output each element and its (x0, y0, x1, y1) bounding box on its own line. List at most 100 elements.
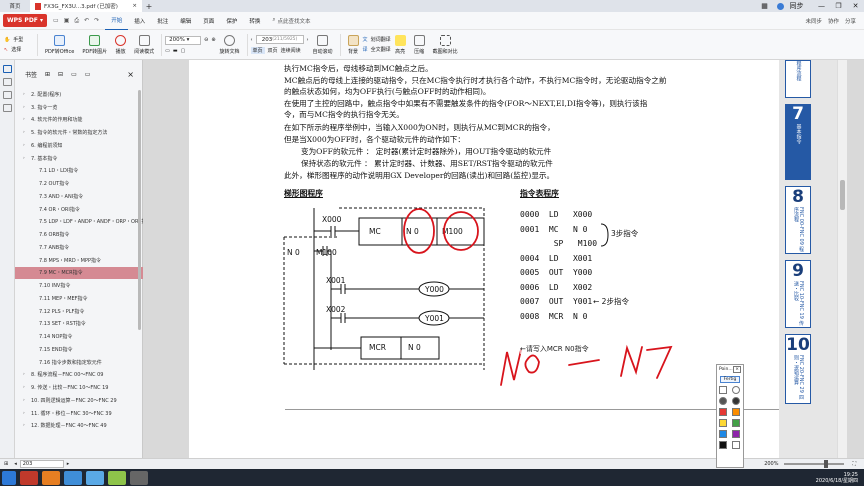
bookmark-item[interactable]: › 3. 指令一览 (15, 101, 143, 114)
color-green[interactable] (731, 419, 740, 427)
save-icon[interactable]: ▣ (64, 17, 70, 25)
menu-item-0[interactable]: 开始 (105, 12, 129, 30)
single-page-button[interactable]: 单页 (250, 47, 265, 54)
start-button[interactable] (2, 470, 16, 485)
search-box[interactable]: ⌕ 点此查找文本 (272, 17, 310, 25)
bookmark-item[interactable]: › 9. 传送・比较－FNC 10～FNC 19 (15, 381, 143, 394)
menu-right-item-1[interactable]: 协作 (828, 17, 839, 25)
select-tool[interactable]: ↖ 选择 (4, 46, 34, 54)
color-black[interactable] (718, 441, 727, 449)
bookmark-item[interactable]: › 8. 程序流程－FNC 00～FNC 09 (15, 369, 143, 382)
bookmark-item[interactable]: 7.6 ORB指令 (15, 228, 143, 241)
search-panel-icon[interactable] (2, 104, 12, 112)
expand-caret-icon[interactable]: › (23, 372, 31, 377)
next-page-status-icon[interactable]: ▸ (67, 461, 70, 467)
play-button[interactable]: 播放 (111, 31, 130, 59)
taskbar-app-6[interactable] (130, 470, 148, 485)
user-avatar[interactable] (777, 2, 784, 10)
bookmark-item[interactable]: 7.2 OUT指令 (15, 177, 143, 190)
collapse-all-icon[interactable]: ⊟ (58, 71, 63, 78)
color-red[interactable] (718, 408, 727, 416)
expand-caret-icon[interactable]: › (23, 92, 31, 97)
minimize-button[interactable]: — (813, 0, 830, 12)
print-icon[interactable]: ⎙ (74, 17, 79, 25)
pen-size-dot[interactable] (731, 386, 740, 394)
pdf-to-image-button[interactable]: PDF转图片 (78, 31, 111, 59)
expand-caret-icon[interactable]: › (23, 385, 31, 390)
screenshot-compare-button[interactable]: 截图和对比 (429, 31, 462, 59)
page-number-input[interactable]: 203 (211/5925) (255, 35, 304, 44)
bookmark-item[interactable]: › 2. 配置(程序) (15, 88, 143, 101)
chapter-tab[interactable]: 10 FNC 20-FNC 29 四则・逻辑运算 (785, 334, 811, 404)
background-button[interactable]: 背景 (344, 31, 363, 59)
bookmark-item[interactable]: 7.7 ANB指令 (15, 241, 143, 254)
color-white[interactable] (731, 441, 740, 449)
expand-caret-icon[interactable]: › (23, 156, 31, 161)
menu-item-3[interactable]: 编辑 (174, 17, 197, 25)
zoom-out-icon[interactable]: ⊖ (204, 37, 208, 43)
bookmark-panel-icon[interactable] (2, 65, 12, 73)
menu-item-1[interactable]: 插入 (128, 17, 151, 25)
grid-icon[interactable]: ▦ (756, 2, 773, 10)
annotation-panel-icon[interactable] (2, 91, 12, 99)
bookmark-item[interactable]: › 10. 四则逻辑运算－FNC 20～FNC 29 (15, 394, 143, 407)
bookmark-item[interactable]: › 6. 编程前须知 (15, 139, 143, 152)
bookmark-item[interactable]: 7.13 SET・RST指令 (15, 318, 143, 331)
fit-width-icon[interactable]: ▬ (173, 48, 178, 54)
zoom-slider[interactable] (784, 460, 845, 468)
taskbar-app-1[interactable] (20, 470, 38, 485)
menu-item-6[interactable]: 转换 (243, 17, 266, 25)
fertig-button[interactable]: Fertig (720, 376, 740, 383)
expand-caret-icon[interactable]: › (23, 143, 31, 148)
color-orange[interactable] (731, 408, 740, 416)
expand-caret-icon[interactable]: › (23, 117, 31, 122)
wps-menu-button[interactable]: WPS PDF ▾ (3, 14, 48, 27)
bookmark-item[interactable]: 7.16 指令步数和指定软元件 (15, 356, 143, 369)
menu-item-4[interactable]: 页面 (197, 17, 220, 25)
full-translate-button[interactable]: 译全文翻译 (363, 46, 391, 53)
color-blue[interactable] (718, 430, 727, 438)
open-icon[interactable]: ▭ (53, 17, 59, 25)
highlight-button[interactable]: 高亮 (391, 31, 410, 59)
rotate-button[interactable]: 旋转文档 (216, 31, 244, 59)
tab-document[interactable]: FX3G_FX3U...3.pdf (已加密) × (30, 0, 142, 12)
bookmark-item[interactable]: › 12. 数据处理－FNC 40～FNC 49 (15, 420, 143, 433)
first-page-icon[interactable]: ‹ (251, 37, 253, 43)
taskbar-app-5[interactable] (108, 470, 126, 485)
panel-scrollbar[interactable] (138, 90, 141, 330)
read-mode-button[interactable]: 阅读模式 (130, 31, 158, 59)
chapter-tab[interactable]: 7 基本指令 (785, 104, 811, 180)
sync-label[interactable]: 同步 (788, 1, 805, 11)
bookmark-item[interactable]: 7.1 LD・LDI指令 (15, 165, 143, 178)
chapter-tab[interactable]: 8 FNC 00-FNC 09 程序流程 (785, 186, 811, 254)
expand-caret-icon[interactable]: › (23, 105, 31, 110)
menu-item-5[interactable]: 保护 (220, 17, 243, 25)
taskbar-app-4[interactable] (86, 470, 104, 485)
close-panel-icon[interactable]: × (127, 70, 134, 79)
menu-item-2[interactable]: 批注 (151, 17, 174, 25)
popup-close[interactable]: × (733, 366, 741, 373)
bookmark-item[interactable]: › 11. 循环・移位－FNC 30～FNC 39 (15, 407, 143, 420)
actual-size-icon[interactable]: ▢ (181, 48, 186, 54)
compress-button[interactable]: 压缩 (410, 31, 429, 59)
expand-caret-icon[interactable]: › (23, 130, 31, 135)
fit-status-icon[interactable]: ⛶ (852, 461, 856, 467)
double-page-button[interactable]: 双页 (268, 47, 278, 54)
scroll-thumb[interactable] (840, 180, 845, 210)
fit-page-icon[interactable]: ▭ (165, 48, 170, 54)
bookmark-item[interactable]: 7.15 END指令 (15, 343, 143, 356)
prev-page-status-icon[interactable]: ◂ (14, 461, 17, 467)
expand-caret-icon[interactable]: › (23, 423, 31, 428)
pen-size-small[interactable] (718, 386, 727, 394)
bookmark-item[interactable]: 7.12 PLS・PLF指令 (15, 305, 143, 318)
add-bookmark-icon[interactable]: ▭ (71, 71, 77, 78)
expand-caret-icon[interactable]: › (23, 411, 31, 416)
sidebar-toggle-icon[interactable]: ⊞ (4, 461, 8, 467)
close-window-button[interactable]: ✕ (847, 0, 864, 12)
continuous-read-button[interactable]: 连续阅读 (281, 47, 301, 54)
bookmark-item[interactable]: 7.5 LDP・LDF・ANDP・ANDF・ORP・ORF指令 (15, 216, 143, 229)
redo-icon[interactable]: ↷ (94, 17, 99, 25)
bookmark-item[interactable]: 7.8 MPS・MRD・MPP指令 (15, 254, 143, 267)
undo-icon[interactable]: ↶ (84, 17, 89, 25)
delete-bookmark-icon[interactable]: ▭ (85, 71, 91, 78)
